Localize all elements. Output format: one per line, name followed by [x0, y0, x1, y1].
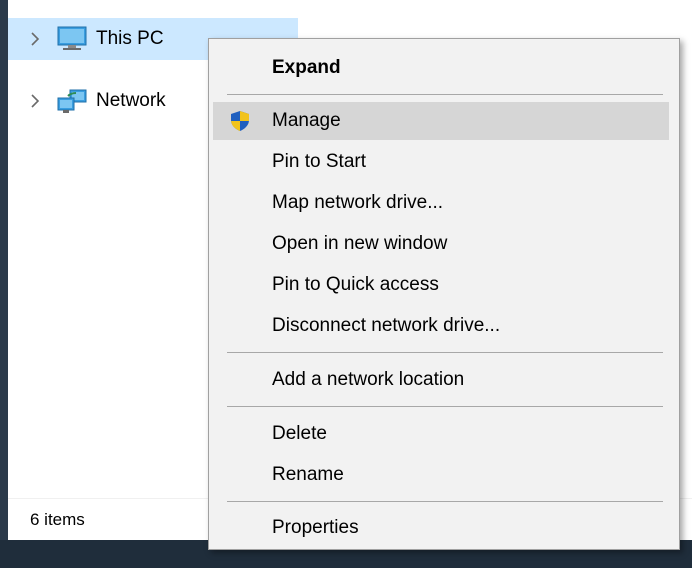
menu-separator: [227, 406, 663, 407]
menu-item-disconnect-network-drive[interactable]: Disconnect network drive...: [213, 307, 669, 345]
menu-separator: [227, 352, 663, 353]
menu-item-label: Disconnect network drive...: [272, 315, 501, 336]
nav-item-label: Network: [96, 90, 166, 111]
menu-item-label: Manage: [272, 110, 341, 131]
window-left-edge: [0, 0, 8, 568]
context-menu: Expand Manage Pin to Start Map network d…: [208, 38, 680, 550]
menu-item-label: Pin to Start: [272, 151, 366, 172]
screen: This PC Network 6 items Expand Manage Pi…: [0, 0, 692, 568]
menu-item-map-network-drive[interactable]: Map network drive...: [213, 184, 669, 222]
network-icon: [56, 87, 88, 115]
menu-separator: [227, 94, 663, 95]
menu-item-expand[interactable]: Expand: [213, 49, 669, 87]
chevron-right-icon[interactable]: [28, 32, 42, 46]
menu-item-add-network-location[interactable]: Add a network location: [213, 361, 669, 399]
menu-item-rename[interactable]: Rename: [213, 456, 669, 494]
menu-item-open-in-new-window[interactable]: Open in new window: [213, 225, 669, 263]
menu-item-label: Pin to Quick access: [272, 274, 439, 295]
chevron-right-icon[interactable]: [28, 94, 42, 108]
menu-item-pin-to-start[interactable]: Pin to Start: [213, 143, 669, 181]
menu-item-label: Open in new window: [272, 233, 448, 254]
computer-icon: [56, 25, 88, 53]
menu-item-label: Add a network location: [272, 369, 465, 390]
nav-item-network[interactable]: Network: [8, 80, 208, 122]
menu-item-label: Rename: [272, 464, 344, 485]
menu-item-delete[interactable]: Delete: [213, 415, 669, 453]
item-count: 6 items: [30, 510, 85, 529]
menu-separator: [227, 501, 663, 502]
menu-item-properties[interactable]: Properties: [213, 509, 669, 547]
menu-item-label: Map network drive...: [272, 192, 444, 213]
menu-item-manage[interactable]: Manage: [213, 102, 669, 140]
menu-item-label: Delete: [272, 423, 327, 444]
menu-item-label: Properties: [272, 517, 359, 538]
menu-item-label: Expand: [272, 57, 341, 78]
nav-item-label: This PC: [96, 28, 164, 49]
menu-item-pin-to-quick-access[interactable]: Pin to Quick access: [213, 266, 669, 304]
uac-shield-icon: [229, 110, 251, 132]
